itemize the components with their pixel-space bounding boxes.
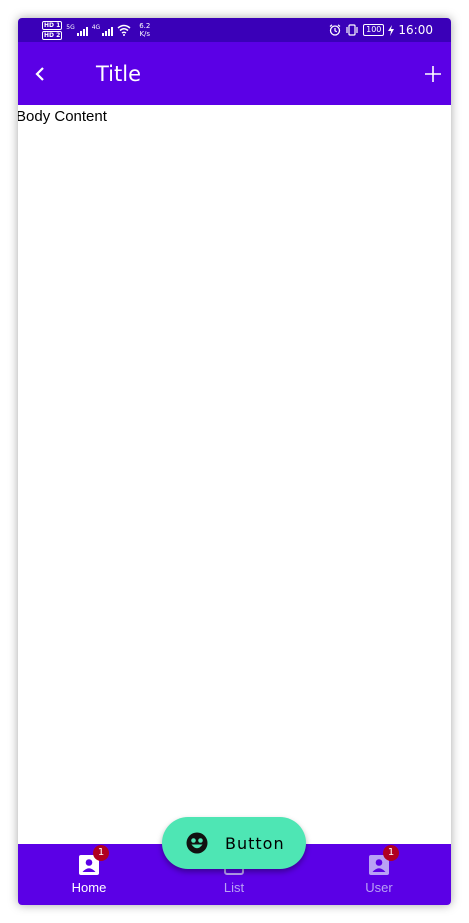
app-bar: Title [18,42,451,105]
nav-item-home[interactable]: 1 Home [44,844,134,905]
body-content: Body Content [18,108,107,125]
hd-badge-1: HD 1 [42,20,63,30]
chevron-left-icon [35,67,44,81]
fab-label: Button [225,834,285,853]
nav-item-user[interactable]: 1 User [334,844,424,905]
plus-icon [425,66,441,82]
status-bar: HD 1 HD 2 5G 4G 6.2 K/s 100 16:00 [18,18,451,42]
emoji-face-icon [186,832,208,854]
phone-frame: HD 1 HD 2 5G 4G 6.2 K/s 100 16:00 Title … [18,18,451,905]
page-title: Title [96,62,142,86]
alarm-icon [329,24,341,36]
nav-label-home: Home [71,880,107,895]
vibrate-icon [346,24,358,36]
speed-value: 6.2 [139,22,151,30]
add-button[interactable] [419,60,447,88]
signal-icon-2: 4G [91,24,114,36]
fab-button[interactable]: Button [162,817,306,869]
status-left: HD 1 HD 2 5G 4G 6.2 K/s [42,20,150,40]
status-right: 100 16:00 [329,20,433,40]
network-speed: 6.2 K/s [139,22,150,38]
network-type-1: 5G [66,24,75,31]
body-area: Body Content [18,105,451,844]
back-button[interactable] [26,60,54,88]
user-badge: 1 [383,845,399,861]
speed-unit: K/s [139,30,151,38]
clock-time: 16:00 [398,23,433,37]
wifi-icon [117,24,131,36]
home-badge: 1 [93,845,109,861]
charging-icon [388,24,395,36]
battery-icon: 100 [363,24,385,36]
hd-badge-2: HD 2 [42,30,63,40]
signal-icon-1: 5G [66,24,88,36]
nav-label-list: List [223,880,245,895]
nav-label-user: User [365,880,393,895]
hd-indicators: HD 1 HD 2 [42,20,63,40]
network-type-2: 4G [91,24,101,31]
